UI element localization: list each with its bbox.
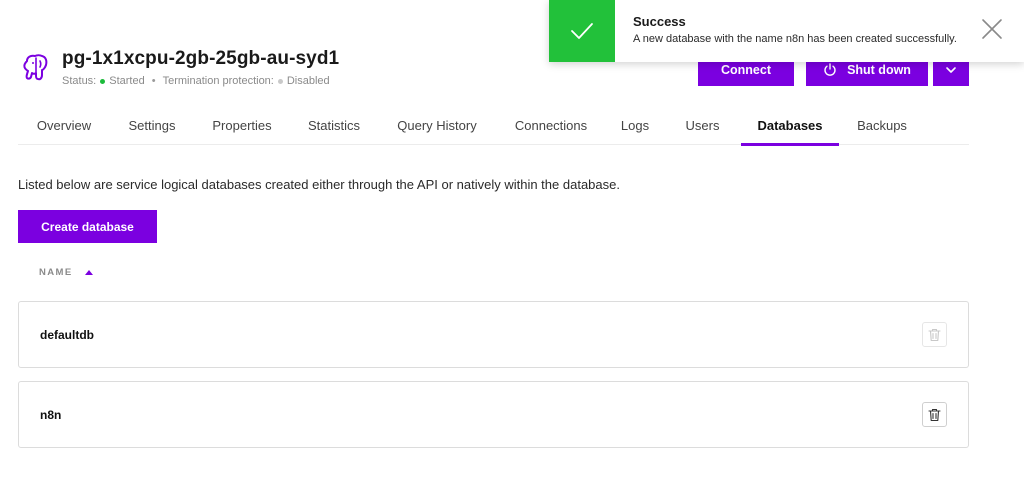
create-database-button[interactable]: Create database [18,210,157,243]
status-separator: • [151,75,156,87]
databases-description: Listed below are service logical databas… [18,177,620,192]
delete-database-button[interactable] [922,322,947,347]
status-value: Started [109,75,145,87]
tab-settings[interactable]: Settings [110,105,194,145]
table-row: n8n [18,381,969,448]
database-name: defaultdb [40,327,94,342]
trash-icon [928,328,941,341]
close-icon[interactable] [980,17,1004,41]
toast-title: Success [633,14,686,29]
service-status-line: Status: Started • Termination protection… [62,75,339,87]
status-label: Status: [62,75,97,87]
tab-backups[interactable]: Backups [839,105,925,145]
status-started-dot-icon [100,78,106,84]
tab-overview[interactable]: Overview [18,105,110,145]
shutdown-button-label: Shut down [847,63,911,77]
toast-body: Success A new database with the name n8n… [615,0,1024,62]
tab-logs[interactable]: Logs [606,105,664,145]
termination-disabled-dot-icon [277,78,283,84]
name-column-label: NAME [39,267,73,278]
tab-users[interactable]: Users [664,105,741,145]
page: pg-1x1xcpu-2gb-25gb-au-syd1 Status: Star… [0,0,1024,498]
service-title: pg-1x1xcpu-2gb-25gb-au-syd1 [62,48,340,69]
toast-message: A new database with the name n8n has bee… [633,33,957,45]
success-toast: Success A new database with the name n8n… [549,0,1024,62]
sort-ascending-icon [84,270,93,275]
table-row: defaultdb [18,301,969,368]
service-tabs: Overview Settings Properties Statistics … [18,105,969,146]
tab-databases[interactable]: Databases [741,105,839,146]
checkmark-icon [571,23,593,39]
chevron-down-icon [946,67,956,73]
delete-database-button[interactable] [922,402,947,427]
termination-protection-label: Termination protection: [162,75,274,87]
postgresql-logo-icon [23,54,48,81]
trash-icon [928,408,941,421]
termination-protection-value: Disabled [286,75,330,87]
tab-connections[interactable]: Connections [496,105,606,145]
tab-query-history[interactable]: Query History [378,105,496,145]
database-name: n8n [40,407,62,422]
toast-status-area [549,0,615,62]
tab-properties[interactable]: Properties [194,105,290,145]
service-header: pg-1x1xcpu-2gb-25gb-au-syd1 Status: Star… [20,48,339,87]
name-column-header[interactable]: NAME [39,267,93,278]
power-icon [824,63,836,76]
tab-statistics[interactable]: Statistics [290,105,378,145]
